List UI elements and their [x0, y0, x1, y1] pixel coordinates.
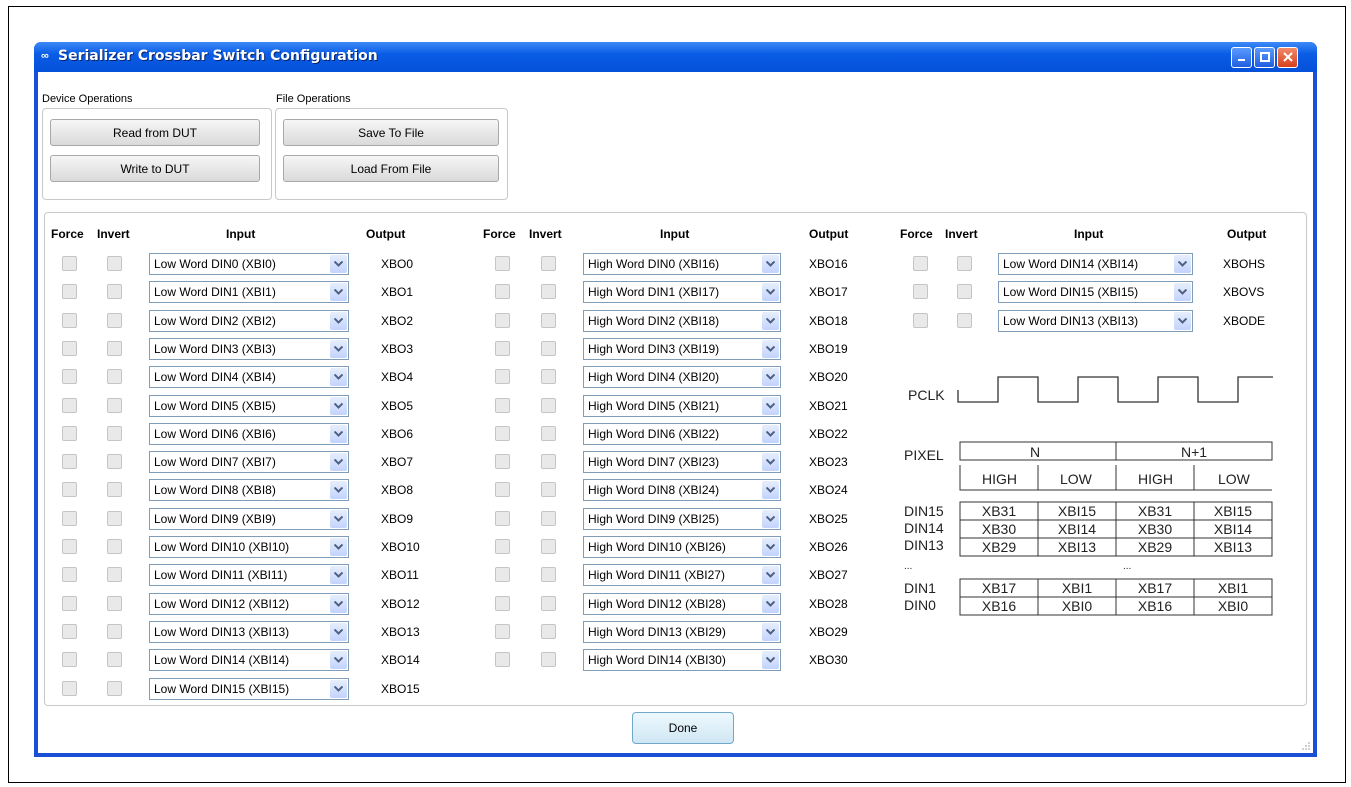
title-bar[interactable]: ∞ Serializer Crossbar Switch Configurati…	[34, 42, 1317, 72]
pixel-n1-label: N+1	[1181, 444, 1207, 460]
app-window: ∞ Serializer Crossbar Switch Configurati…	[34, 42, 1317, 757]
din1-cell-4: XBI1	[1218, 580, 1249, 596]
din0-cell-1: XB16	[982, 598, 1016, 614]
din14-cell-1: XB30	[982, 521, 1016, 537]
din14-cell-2: XBI14	[1058, 521, 1096, 537]
din13-cell-4: XBI13	[1214, 539, 1252, 555]
pixel-label: PIXEL	[904, 447, 944, 463]
din13-cell-3: XB29	[1138, 539, 1172, 555]
half-label-high-2: HIGH	[1138, 471, 1173, 487]
din15-label: DIN15	[904, 503, 944, 519]
din15-cell-3: XB31	[1138, 503, 1172, 519]
pixel-mapping-diagram: PCLK PIXEL N N+1 HIGH LOW HIGH LOW DIN15…	[904, 376, 1273, 616]
half-label-low-2: LOW	[1218, 471, 1251, 487]
din15-cell-1: XB31	[982, 503, 1016, 519]
din0-cell-3: XB16	[1138, 598, 1172, 614]
maximize-icon	[1259, 52, 1270, 62]
half-label-high-1: HIGH	[982, 471, 1017, 487]
minimize-button[interactable]	[1231, 47, 1252, 68]
din14-label: DIN14	[904, 520, 944, 536]
din13-cell-2: XBI13	[1058, 539, 1096, 555]
din15-cell-2: XBI15	[1058, 503, 1096, 519]
din0-cell-4: XBI0	[1218, 598, 1249, 614]
window-title: Serializer Crossbar Switch Configuration	[58, 48, 378, 64]
din0-label: DIN0	[904, 597, 936, 613]
done-button[interactable]: Done	[632, 712, 734, 744]
pclk-label: PCLK	[908, 387, 945, 403]
close-icon	[1282, 52, 1293, 62]
din13-label: DIN13	[904, 537, 944, 553]
close-button[interactable]	[1277, 47, 1298, 68]
din1-cell-3: XB17	[1138, 580, 1172, 596]
maximize-button[interactable]	[1254, 47, 1275, 68]
din1-label: DIN1	[904, 580, 936, 596]
din14-cell-4: XBI14	[1214, 521, 1252, 537]
client-area: Device Operations Read from DUT Write to…	[38, 72, 1313, 753]
app-icon: ∞	[41, 50, 49, 62]
pclk-waveform	[957, 376, 1273, 403]
ellipsis-label-left: ...	[904, 561, 912, 572]
half-label-low-1: LOW	[1060, 471, 1093, 487]
din0-cell-2: XBI0	[1062, 598, 1093, 614]
ellipsis-label-mid: ...	[1123, 561, 1131, 572]
din1-cell-1: XB17	[982, 580, 1016, 596]
resize-grip-icon[interactable]	[1301, 741, 1311, 751]
minimize-icon	[1237, 59, 1245, 61]
din1-cell-2: XBI1	[1062, 580, 1093, 596]
din13-cell-1: XB29	[982, 539, 1016, 555]
din14-cell-3: XB30	[1138, 521, 1172, 537]
din15-cell-4: XBI15	[1214, 503, 1252, 519]
pixel-n-label: N	[1030, 444, 1040, 460]
